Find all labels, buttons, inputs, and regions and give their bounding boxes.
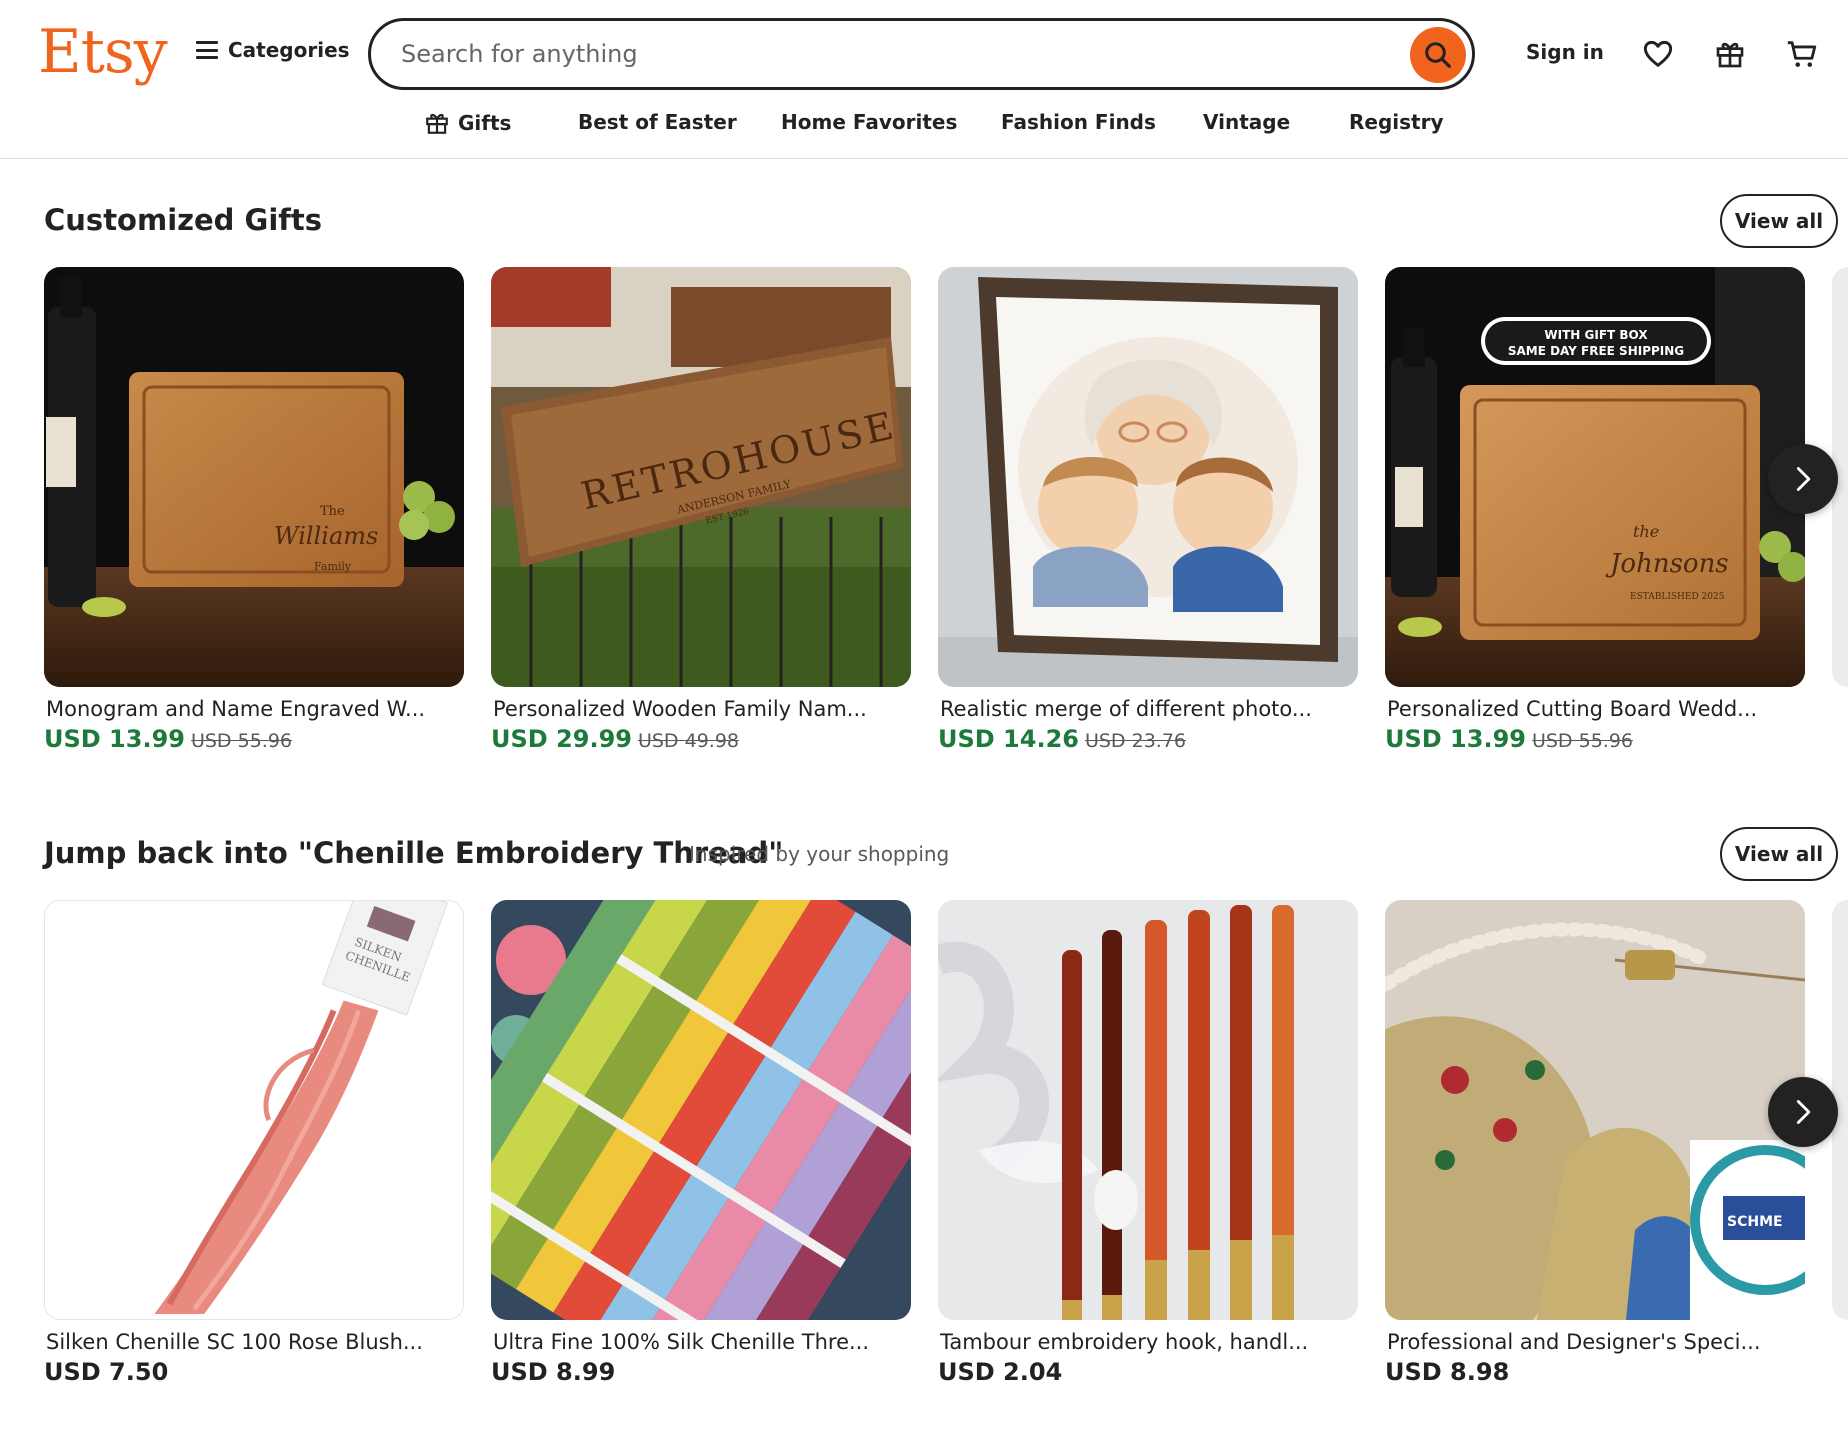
listing-image: [938, 267, 1358, 687]
listing-card[interactable]: Ultra Fine 100% Silk Chenille Thre... US…: [491, 900, 911, 1386]
banner-text-giftbox: WITH GIFT BOX: [1544, 328, 1648, 342]
cart-icon: [1787, 41, 1817, 67]
original-price: USD 55.96: [1531, 730, 1633, 752]
gift-icon: [426, 113, 448, 134]
board-text-established: ESTABLISHED 2025: [1630, 592, 1725, 602]
banner-text-shipping: SAME DAY FREE SHIPPING: [1508, 344, 1684, 358]
listing-image: SCHME: [1385, 900, 1805, 1320]
search-icon: [1425, 42, 1451, 68]
listing-image: SILKEN CHENILLE: [44, 900, 464, 1320]
categories-label: Categories: [228, 38, 350, 62]
listing-image: [491, 900, 911, 1320]
listing-price: USD 13.99 USD 55.96: [44, 725, 464, 753]
original-price: USD 49.98: [637, 730, 739, 752]
sale-price: USD 13.99: [1385, 725, 1526, 753]
listing-title: Tambour embroidery hook, handl...: [940, 1330, 1309, 1354]
sale-price: USD 29.99: [491, 725, 632, 753]
sale-price: USD 13.99: [44, 725, 185, 753]
etsy-logo[interactable]: Etsy: [38, 12, 168, 92]
listing-price: USD 7.50: [44, 1358, 169, 1386]
view-all-button[interactable]: View all: [1720, 194, 1838, 248]
listing-image: [938, 900, 1358, 1320]
sale-price: USD 14.26: [938, 725, 1079, 753]
listing-image: RETROHOUSE ANDERSON FAMILY EST 1926: [491, 267, 911, 687]
chevron-right-icon: [1796, 467, 1811, 491]
listing-card[interactable]: The Williams Family Monogram and Name En…: [44, 267, 464, 753]
listing-price: USD 8.99: [491, 1358, 616, 1386]
chevron-right-icon: [1796, 1100, 1811, 1124]
search-bar: [368, 18, 1475, 90]
listing-price: USD 2.04: [938, 1358, 1063, 1386]
board-text-family: Family: [314, 560, 352, 573]
board-text-name: Johnsons: [1605, 549, 1729, 579]
listing-card[interactable]: SCHME Professional and Designer's Speci.…: [1385, 900, 1805, 1386]
listing-image: The Williams Family: [44, 267, 464, 687]
listing-title: Personalized Cutting Board Wedd...: [1387, 697, 1758, 721]
listing-title: Personalized Wooden Family Nam...: [493, 697, 867, 721]
nav-best-of-easter[interactable]: Best of Easter: [578, 110, 737, 134]
listing-card[interactable]: RETROHOUSE ANDERSON FAMILY EST 1926 Pers…: [491, 267, 911, 753]
heart-icon: [1643, 40, 1673, 67]
gift-mode-button[interactable]: [1710, 34, 1750, 74]
nav-home-favorites[interactable]: Home Favorites: [781, 110, 957, 134]
gift-icon: [1716, 42, 1744, 68]
view-all-button[interactable]: View all: [1720, 827, 1838, 881]
sign-in-link[interactable]: Sign in: [1526, 40, 1604, 64]
listing-card[interactable]: SILKEN CHENILLE Silken Chenille SC 100 R…: [44, 900, 464, 1386]
section-title-jump-back: Jump back into "Chenille Embroidery Thre…: [44, 836, 784, 870]
original-price: USD 23.76: [1084, 730, 1186, 752]
nav-vintage[interactable]: Vintage: [1203, 110, 1290, 134]
listing-card[interactable]: Realistic merge of different photo... US…: [938, 267, 1358, 753]
carousel-next-button[interactable]: [1768, 1077, 1838, 1147]
original-price: USD 55.96: [190, 730, 292, 752]
nav-fashion-finds[interactable]: Fashion Finds: [1001, 110, 1156, 134]
listing-price: USD 29.99 USD 49.98: [491, 725, 911, 753]
listing-card[interactable]: Tambour embroidery hook, handl... USD 2.…: [938, 900, 1358, 1386]
site-header: Etsy Categories Sign in: [0, 0, 1848, 159]
section-subtitle: Inspired by your shopping: [689, 842, 950, 866]
listing-price: USD 8.98: [1385, 1358, 1510, 1386]
nav-gifts-label: Gifts: [458, 111, 512, 135]
search-input[interactable]: [399, 39, 1363, 69]
listing-title: Monogram and Name Engraved W...: [46, 697, 426, 721]
board-text-the: the: [1633, 522, 1659, 541]
listing-title: Realistic merge of different photo...: [940, 697, 1312, 721]
listing-image: WITH GIFT BOX SAME DAY FREE SHIPPING the…: [1385, 267, 1805, 687]
carousel-next-button[interactable]: [1768, 444, 1838, 514]
listing-title: Silken Chenille SC 100 Rose Blush...: [46, 1330, 423, 1354]
favorites-button[interactable]: [1638, 34, 1678, 74]
cart-button[interactable]: [1782, 34, 1822, 74]
nav-registry[interactable]: Registry: [1349, 110, 1444, 134]
nav-gifts[interactable]: Gifts: [424, 110, 511, 136]
listing-title: Professional and Designer's Speci...: [1387, 1330, 1761, 1354]
menu-icon: [196, 41, 218, 59]
board-text-the: The: [320, 504, 345, 519]
board-text-name: Williams: [274, 522, 378, 550]
listing-price: USD 14.26 USD 23.76: [938, 725, 1358, 753]
listing-card[interactable]: WITH GIFT BOX SAME DAY FREE SHIPPING the…: [1385, 267, 1805, 753]
categories-button[interactable]: Categories: [196, 38, 350, 62]
listing-price: USD 13.99 USD 55.96: [1385, 725, 1805, 753]
category-nav: Gifts Best of Easter Home Favorites Fash…: [0, 110, 1848, 150]
package-text-brand: SCHME: [1727, 1214, 1783, 1230]
listing-title: Ultra Fine 100% Silk Chenille Thre...: [493, 1330, 870, 1354]
section-title-customized-gifts: Customized Gifts: [44, 203, 323, 237]
search-button[interactable]: [1410, 27, 1466, 83]
